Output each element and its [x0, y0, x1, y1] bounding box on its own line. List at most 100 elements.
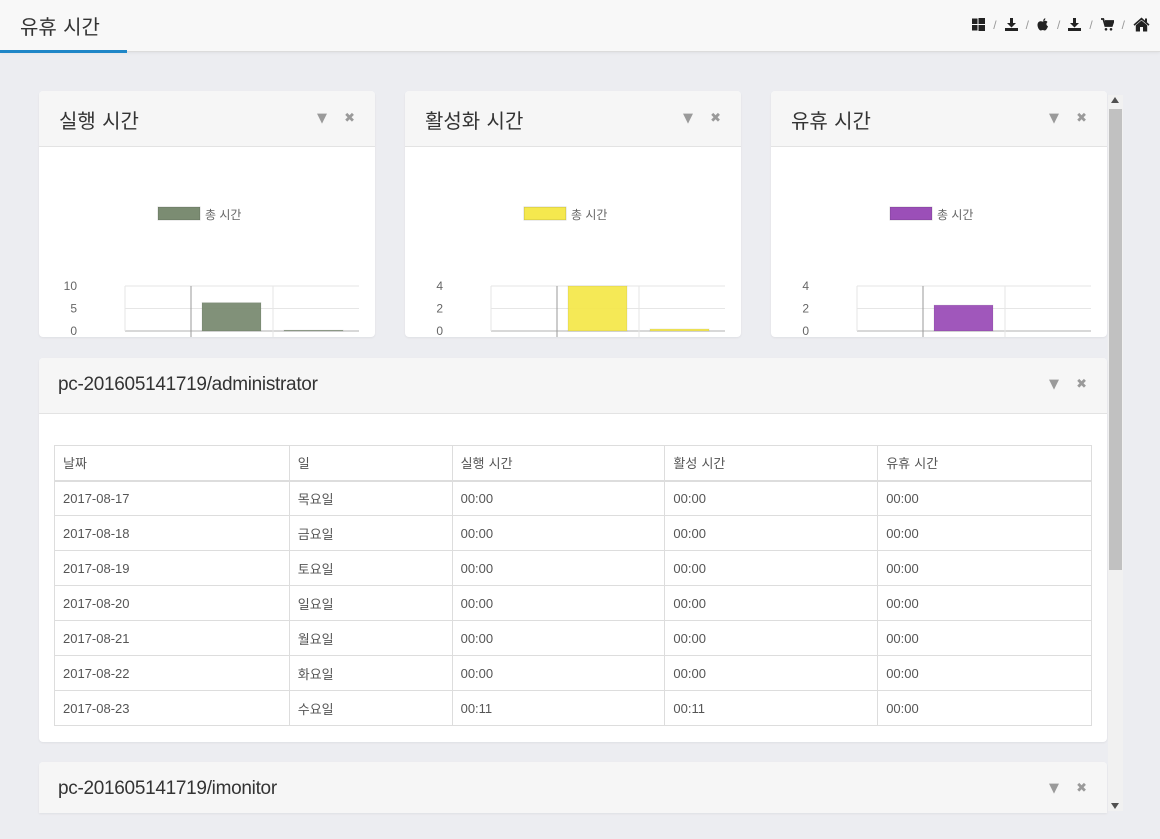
cell-active-time: 00:00	[664, 550, 879, 586]
panel-title: 실행 시간	[59, 109, 139, 133]
cell-run-time: 00:00	[451, 550, 666, 586]
cell-date: 2017-08-23	[54, 690, 290, 726]
bar	[933, 304, 994, 332]
column-header-run-time[interactable]: 실행 시간	[451, 445, 666, 482]
legend-label: 총 시간	[571, 208, 607, 222]
close-icon[interactable]: ✖	[344, 112, 355, 126]
y-tick-label: 5	[70, 302, 77, 316]
table-row: 2017-08-19 토요일 00:00 00:00 00:00	[54, 550, 1092, 586]
x-tick-label: pc-201605141719/imonitor	[458, 336, 599, 337]
bar-chart: 총 시간 10 5 0 pc-201605141719/imonitorpc-20160…	[64, 206, 359, 337]
panel-header: pc-201605141719/administrator ▼ ✖	[39, 358, 1107, 414]
cell-day: 일요일	[288, 585, 453, 621]
cell-idle-time: 00:00	[877, 480, 1092, 516]
y-tick-label: 2	[802, 302, 809, 316]
chart-panel-active-time: 활성화 시간 ▼ ✖ 총 시간 4 2 0 pc-201605141719/imonit…	[405, 91, 741, 337]
separator: /	[993, 17, 997, 32]
cell-date: 2017-08-20	[54, 585, 290, 621]
panel-header: 유휴 시간 ▼ ✖	[771, 91, 1107, 147]
cell-active-time: 00:00	[664, 515, 879, 551]
collapse-icon[interactable]: ▼	[683, 112, 693, 126]
close-icon[interactable]: ✖	[1076, 378, 1087, 392]
cell-active-time: 00:00	[664, 655, 879, 691]
separator: /	[1089, 17, 1093, 32]
x-tick-label: pc-201605141719/administrator	[514, 336, 681, 337]
x-tick-label: pc-201605141719/administrator	[148, 336, 315, 337]
cell-date: 2017-08-17	[54, 480, 290, 516]
cell-active-time: 00:00	[664, 480, 879, 516]
panel-title: 유휴 시간	[791, 109, 871, 133]
cell-day: 수요일	[288, 690, 453, 726]
close-icon[interactable]: ✖	[710, 112, 721, 126]
cell-active-time: 00:11	[664, 690, 879, 726]
cell-run-time: 00:00	[451, 655, 666, 691]
collapse-icon[interactable]: ▼	[317, 112, 327, 126]
table-row: 2017-08-20 일요일 00:00 00:00 00:00	[54, 585, 1092, 621]
download-icon[interactable]	[1068, 18, 1082, 31]
cell-day: 화요일	[288, 655, 453, 691]
cell-active-time: 00:00	[664, 620, 879, 656]
bar	[283, 329, 344, 332]
collapse-icon[interactable]: ▼	[1049, 112, 1059, 126]
bar	[567, 285, 628, 332]
cell-day: 금요일	[288, 515, 453, 551]
scroll-down-arrow[interactable]	[1111, 803, 1119, 809]
table-header-row: 날짜 일 실행 시간 활성 시간 유휴 시간	[54, 445, 1092, 482]
table-row: 2017-08-18 금요일 00:00 00:00 00:00	[54, 515, 1092, 551]
collapse-icon[interactable]: ▼	[1049, 782, 1059, 796]
cell-idle-time: 00:00	[877, 620, 1092, 656]
bar	[649, 328, 710, 332]
scroll-up-arrow[interactable]	[1111, 97, 1119, 103]
table-row: 2017-08-22 화요일 00:00 00:00 00:00	[54, 655, 1092, 691]
cell-day: 목요일	[288, 480, 453, 516]
close-icon[interactable]: ✖	[1076, 112, 1087, 126]
column-header-day[interactable]: 일	[288, 445, 453, 482]
cell-active-time: 00:00	[664, 585, 879, 621]
panel-header: 활성화 시간 ▼ ✖	[405, 91, 741, 147]
panel-title: pc-201605141719/administrator	[58, 374, 318, 395]
close-icon[interactable]: ✖	[1076, 782, 1087, 796]
y-tick-label: 4	[802, 279, 809, 293]
cell-run-time: 00:00	[451, 480, 666, 516]
legend-label: 총 시간	[205, 208, 241, 222]
cell-day: 토요일	[288, 550, 453, 586]
y-tick-label: 0	[436, 324, 443, 337]
time-table: 날짜 일 실행 시간 활성 시간 유휴 시간 2017-08-17 목요일 00:0…	[54, 445, 1092, 726]
bar	[201, 302, 262, 332]
chart-panel-idle-time: 유휴 시간 ▼ ✖ 총 시간 4 2 0 pc-201605141719/imonito…	[771, 91, 1107, 337]
windows-icon[interactable]	[972, 18, 986, 31]
home-icon[interactable]	[1133, 17, 1150, 32]
panel-header: pc-201605141719/imonitor ▼ ✖	[39, 762, 1107, 813]
page-title: 유휴 시간	[20, 15, 100, 39]
bar-chart: 총 시간 4 2 0 pc-201605141719/imonitorpc-201605…	[436, 206, 725, 337]
panel-header: 실행 시간 ▼ ✖	[39, 91, 375, 147]
y-tick-label: 0	[802, 324, 809, 337]
download-icon[interactable]	[1004, 18, 1018, 31]
vertical-scrollbar[interactable]	[1108, 95, 1123, 811]
cell-run-time: 00:00	[451, 515, 666, 551]
apple-icon[interactable]	[1037, 18, 1049, 31]
y-tick-label: 0	[70, 324, 77, 337]
cell-date: 2017-08-19	[54, 550, 290, 586]
x-tick-label: pc-201605141719/imonitor	[92, 336, 233, 337]
column-header-idle-time[interactable]: 유휴 시간	[877, 445, 1092, 482]
column-header-date[interactable]: 날짜	[54, 445, 290, 482]
legend-label: 총 시간	[937, 208, 973, 222]
cart-icon[interactable]	[1100, 18, 1114, 31]
x-tick-label: pc-201605141719/imonitor	[824, 336, 965, 337]
table-row: 2017-08-23 수요일 00:11 00:11 00:00	[54, 690, 1092, 726]
cell-date: 2017-08-22	[54, 655, 290, 691]
y-tick-label: 4	[436, 279, 443, 293]
collapse-icon[interactable]: ▼	[1049, 378, 1059, 392]
cell-run-time: 00:00	[451, 620, 666, 656]
column-header-active-time[interactable]: 활성 시간	[664, 445, 879, 482]
cell-idle-time: 00:00	[877, 585, 1092, 621]
user-panel-imonitor: pc-201605141719/imonitor ▼ ✖	[39, 762, 1107, 813]
cell-idle-time: 00:00	[877, 550, 1092, 586]
table-row: 2017-08-21 월요일 00:00 00:00 00:00	[54, 620, 1092, 656]
scrollbar-thumb[interactable]	[1109, 109, 1122, 570]
y-tick-label: 10	[64, 279, 78, 293]
legend-swatch	[889, 206, 933, 221]
panel-title: pc-201605141719/imonitor	[58, 778, 277, 799]
legend-swatch	[523, 206, 567, 221]
